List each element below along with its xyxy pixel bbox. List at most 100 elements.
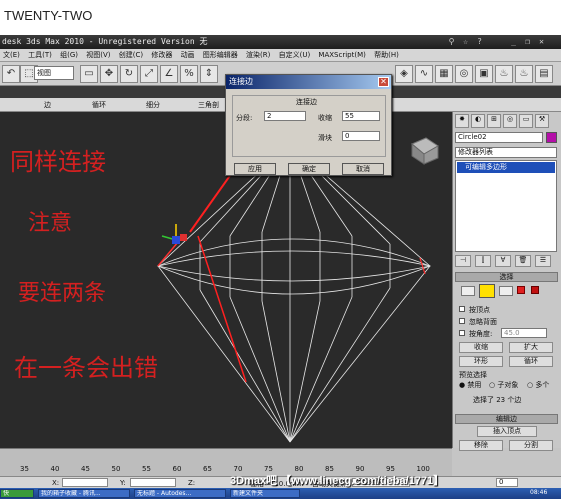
ribbon-tab[interactable]: 细分 — [146, 98, 160, 112]
modifier-stack — [455, 160, 557, 252]
watermark: 3Dmax吧 【www.linecg.com/tieba/1771】 — [230, 475, 445, 487]
show-end-result-icon[interactable]: ⫿ — [475, 255, 491, 267]
selection-rollout[interactable]: 选择 — [455, 272, 558, 282]
by-angle-spinner[interactable]: 45.0 — [501, 328, 547, 338]
start-button[interactable]: 快 — [0, 489, 34, 498]
callout-line — [197, 235, 247, 383]
apply-button[interactable]: 应用 — [234, 163, 276, 175]
ribbon-tab[interactable]: 三角剖 — [198, 98, 219, 112]
slide-label: 滑块 — [318, 134, 332, 142]
taskbar-item[interactable]: 无标题 - Autodes... — [134, 489, 226, 498]
remove-button[interactable]: 移除 — [459, 440, 503, 451]
remove-modifier-icon[interactable]: 🗑 — [515, 255, 531, 267]
insert-vertex-button[interactable]: 插入顶点 — [477, 426, 537, 437]
split-button[interactable]: 分割 — [509, 440, 553, 451]
stack-item-editable-poly[interactable]: 可编辑多边形 — [457, 162, 555, 173]
cancel-button[interactable]: 取消 — [342, 163, 384, 175]
make-unique-icon[interactable]: ∀ — [495, 255, 511, 267]
view-select[interactable]: 视图 — [34, 66, 74, 80]
ok-button[interactable]: 确定 — [288, 163, 330, 175]
x-coord-field[interactable] — [62, 478, 108, 487]
polygon-mode-icon[interactable] — [517, 286, 525, 294]
by-vertex-checkbox[interactable] — [459, 306, 465, 312]
diamond-wireframe — [156, 143, 432, 443]
menu-item[interactable]: 创建(C) — [119, 51, 143, 59]
pinch-spinner[interactable]: 55 — [342, 111, 380, 121]
preview-option-multi[interactable]: ○ 多个 — [527, 380, 549, 390]
utilities-tab-icon[interactable]: ⚒ — [535, 114, 549, 128]
select-region-icon[interactable]: ▭ — [80, 65, 98, 83]
ribbon-tab[interactable]: 边 — [44, 98, 51, 112]
snap-icon[interactable]: ∠ — [160, 65, 178, 83]
undo-icon[interactable]: ↶ — [2, 65, 20, 83]
taskbar-item[interactable]: 我的箱子收藏 - 腾讯... — [38, 489, 130, 498]
pin-stack-icon[interactable]: ⊣ — [455, 255, 471, 267]
scale-icon[interactable]: ⤢ — [140, 65, 158, 83]
menu-item[interactable]: 视图(V) — [86, 51, 110, 59]
shrink-button[interactable]: 收缩 — [459, 342, 503, 353]
object-name-field[interactable]: Circle02 — [455, 132, 543, 143]
menu-item[interactable]: 自定义(U) — [279, 51, 311, 59]
configure-sets-icon[interactable]: ☰ — [535, 255, 551, 267]
star-icon[interactable]: ☆ — [460, 37, 471, 47]
create-tab-icon[interactable]: ✸ — [455, 114, 469, 128]
preview-option-subobject[interactable]: ○ 子对象 — [489, 380, 518, 390]
menu-item[interactable]: 组(G) — [60, 51, 78, 59]
timeline-tick: 65 — [203, 465, 212, 473]
move-icon[interactable]: ✥ — [100, 65, 118, 83]
edit-edges-rollout[interactable]: 编辑边 — [455, 414, 558, 424]
display-tab-icon[interactable]: ▭ — [519, 114, 533, 128]
search-icon[interactable]: ⚲ — [446, 37, 457, 47]
menu-item[interactable]: 工具(T) — [28, 51, 52, 59]
close-icon[interactable]: ✕ — [536, 37, 547, 47]
menu-item[interactable]: 渲染(R) — [246, 51, 270, 59]
y-coord-field[interactable] — [130, 478, 176, 487]
windows-taskbar: 快 我的箱子收藏 - 腾讯... 无标题 - Autodes... 新建文件夹 … — [0, 488, 561, 499]
hierarchy-tab-icon[interactable]: ⊞ — [487, 114, 501, 128]
close-icon[interactable]: ✕ — [378, 77, 389, 87]
by-angle-checkbox[interactable] — [459, 330, 465, 336]
loop-button[interactable]: 循环 — [509, 356, 553, 367]
help-icon[interactable]: ? — [474, 37, 485, 47]
curve-editor-icon[interactable]: ∿ — [415, 65, 433, 83]
menu-item[interactable]: 动画 — [181, 51, 195, 59]
menu-item[interactable]: 文(E) — [3, 51, 20, 59]
render-frame-icon[interactable]: ▣ — [475, 65, 493, 83]
vertex-mode-icon[interactable] — [461, 286, 475, 296]
object-color-swatch[interactable] — [546, 132, 557, 143]
motion-tab-icon[interactable]: ◎ — [503, 114, 517, 128]
timeline-tick: 50 — [111, 465, 121, 473]
rotate-icon[interactable]: ↻ — [120, 65, 138, 83]
material-editor-icon[interactable]: ◈ — [395, 65, 413, 83]
spinner-snap-icon[interactable]: ⇕ — [200, 65, 218, 83]
ignore-backfacing-checkbox[interactable] — [459, 318, 465, 324]
render-active-icon[interactable]: ▤ — [535, 65, 553, 83]
modifier-list-dropdown[interactable]: 修改器列表 — [455, 147, 557, 158]
z-coord-label: Z: — [188, 479, 196, 487]
preview-option-disabled[interactable]: ● 禁用 — [459, 380, 481, 390]
y-coord-label: Y: — [120, 479, 126, 487]
menu-item[interactable]: 帮助(H) — [374, 51, 399, 59]
current-frame-field[interactable]: 0 — [496, 478, 518, 487]
ring-button[interactable]: 环形 — [459, 356, 503, 367]
grow-button[interactable]: 扩大 — [509, 342, 553, 353]
border-mode-icon[interactable] — [499, 286, 513, 296]
menu-item[interactable]: MAXScript(M) — [318, 51, 365, 59]
taskbar-item[interactable]: 新建文件夹 — [230, 489, 300, 498]
segments-spinner[interactable]: 2 — [264, 111, 306, 121]
slide-spinner[interactable]: 0 — [342, 131, 380, 141]
schematic-icon[interactable]: ▦ — [435, 65, 453, 83]
render-teapot-icon[interactable]: ♨ — [495, 65, 513, 83]
modify-tab-icon[interactable]: ◐ — [471, 114, 485, 128]
quick-render-icon[interactable]: ♨ — [515, 65, 533, 83]
render-setup-icon[interactable]: ◎ — [455, 65, 473, 83]
ribbon-tab[interactable]: 循环 — [92, 98, 106, 112]
edge-mode-icon[interactable] — [479, 284, 495, 298]
element-mode-icon[interactable] — [531, 286, 539, 294]
percent-snap-icon[interactable]: % — [180, 65, 198, 83]
minimize-icon[interactable]: _ — [508, 37, 519, 47]
menu-item[interactable]: 修改器 — [151, 51, 172, 59]
menu-item[interactable]: 图形编辑器 — [203, 51, 238, 59]
selected-edge — [419, 257, 426, 275]
restore-icon[interactable]: ❐ — [522, 37, 533, 47]
